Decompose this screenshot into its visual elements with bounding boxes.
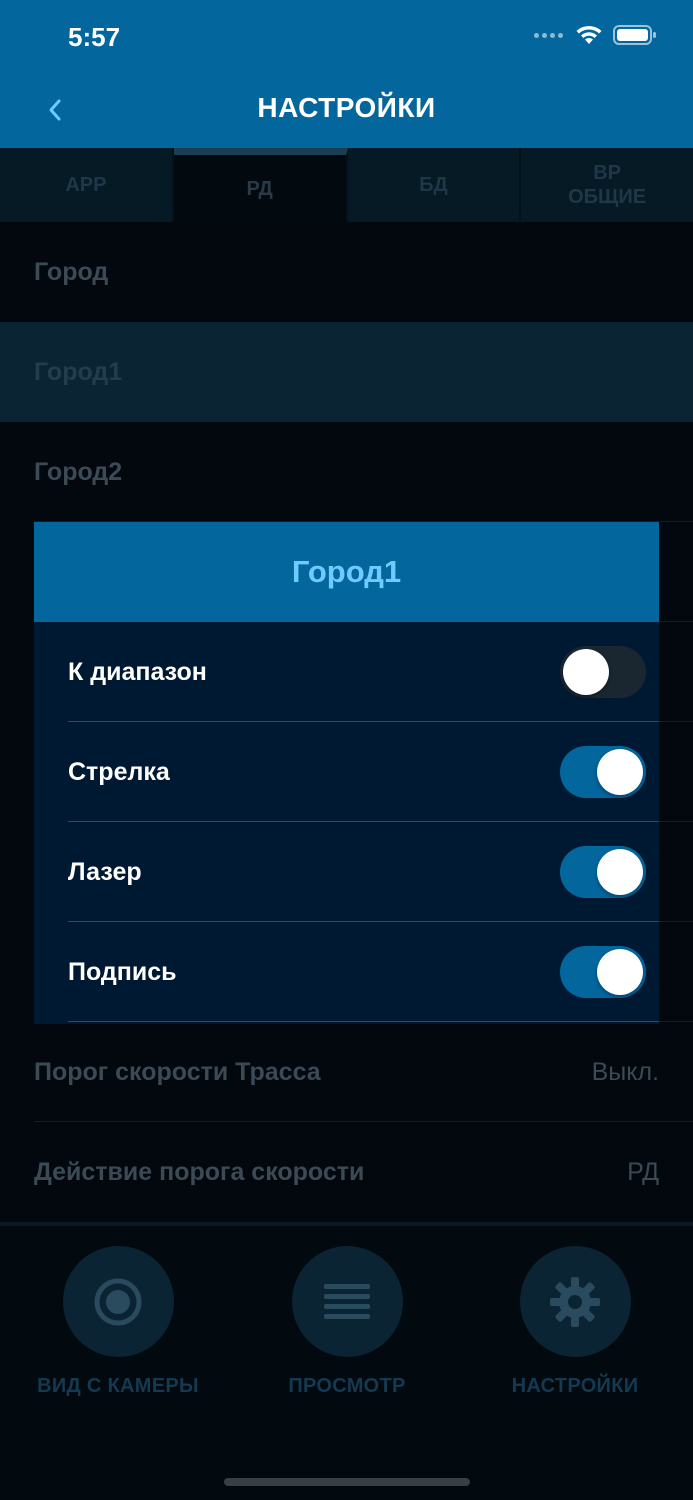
list-item-city[interactable]: Город	[0, 222, 693, 322]
app-header: 5:57 НАСТРОЙКИ	[0, 0, 693, 148]
list-item-city2[interactable]: Город2	[0, 422, 693, 522]
tab-rd[interactable]: РД	[173, 148, 348, 222]
home-indicator	[224, 1478, 470, 1486]
nav-circle	[62, 1246, 174, 1357]
option-k-band: К диапазон	[34, 622, 659, 722]
list-item-label: Город1	[34, 357, 123, 386]
page-title: НАСТРОЙКИ	[257, 92, 436, 123]
tab-vr-general-label: ВР ОБЩИЕ	[568, 162, 647, 208]
option-signature: Подпись	[34, 922, 659, 1022]
option-label: Стрелка	[68, 757, 170, 786]
nav-circle	[291, 1246, 403, 1357]
strelka-toggle[interactable]	[560, 746, 646, 798]
nav-review[interactable]: ПРОСМОТР	[237, 1246, 457, 1398]
option-laser: Лазер	[34, 822, 659, 922]
nav-label: ВИД С КАМЕРЫ	[37, 1375, 199, 1397]
cellular-signal-icon	[534, 32, 563, 38]
option-label: К диапазон	[68, 657, 207, 686]
camera-record-icon	[94, 1278, 142, 1325]
k-band-toggle[interactable]	[560, 646, 646, 698]
tab-bd[interactable]: БД	[347, 148, 522, 222]
tab-app[interactable]: APP	[0, 148, 174, 222]
toggle-knob	[597, 749, 643, 795]
gear-icon	[550, 1276, 600, 1327]
battery-icon	[613, 25, 656, 45]
toggle-knob	[597, 949, 643, 995]
option-label: Подпись	[68, 957, 177, 986]
settings-tabs: APP РД БД ВР ОБЩИЕ	[0, 148, 693, 222]
wifi-icon	[576, 25, 602, 44]
list-item-speed-threshold-highway[interactable]: Порог скорости Трасса Выкл.	[0, 1022, 693, 1122]
list-item-value: Выкл.	[591, 1057, 659, 1086]
list-item-value: РД	[627, 1157, 659, 1186]
list-icon	[324, 1283, 370, 1319]
status-time: 5:57	[68, 22, 121, 52]
nav-circle	[519, 1246, 631, 1357]
nav-settings[interactable]: НАСТРОЙКИ	[465, 1246, 685, 1398]
list-item-label: Порог скорости Трасса	[34, 1057, 321, 1086]
laser-toggle[interactable]	[560, 846, 646, 898]
bottom-navigation: ВИД С КАМЕРЫ ПРОСМОТР НАСТРОЙКИ	[0, 1226, 693, 1500]
list-item-label: Город	[34, 257, 109, 286]
tab-vr-general[interactable]: ВР ОБЩИЕ	[521, 148, 693, 222]
nav-label: НАСТРОЙКИ	[511, 1375, 639, 1397]
dialog-title: Город1	[34, 522, 659, 622]
list-item-speed-threshold-action[interactable]: Действие порога скорости РД	[0, 1122, 693, 1222]
nav-camera-view[interactable]: ВИД С КАМЕРЫ	[8, 1246, 228, 1398]
status-icons	[534, 24, 657, 46]
nav-label: ПРОСМОТР	[288, 1375, 406, 1397]
list-item-label: Город2	[34, 457, 123, 486]
option-strelka: Стрелка	[34, 722, 659, 822]
toggle-knob	[597, 849, 643, 895]
option-label: Лазер	[68, 857, 142, 886]
toggle-knob	[563, 649, 609, 695]
signature-toggle[interactable]	[560, 946, 646, 998]
list-item-label: Действие порога скорости	[34, 1157, 365, 1186]
city1-options-dialog: Город1 К диапазон Стрелка Лазер Подпись	[34, 522, 659, 1024]
list-item-city1[interactable]: Город1	[0, 322, 693, 422]
